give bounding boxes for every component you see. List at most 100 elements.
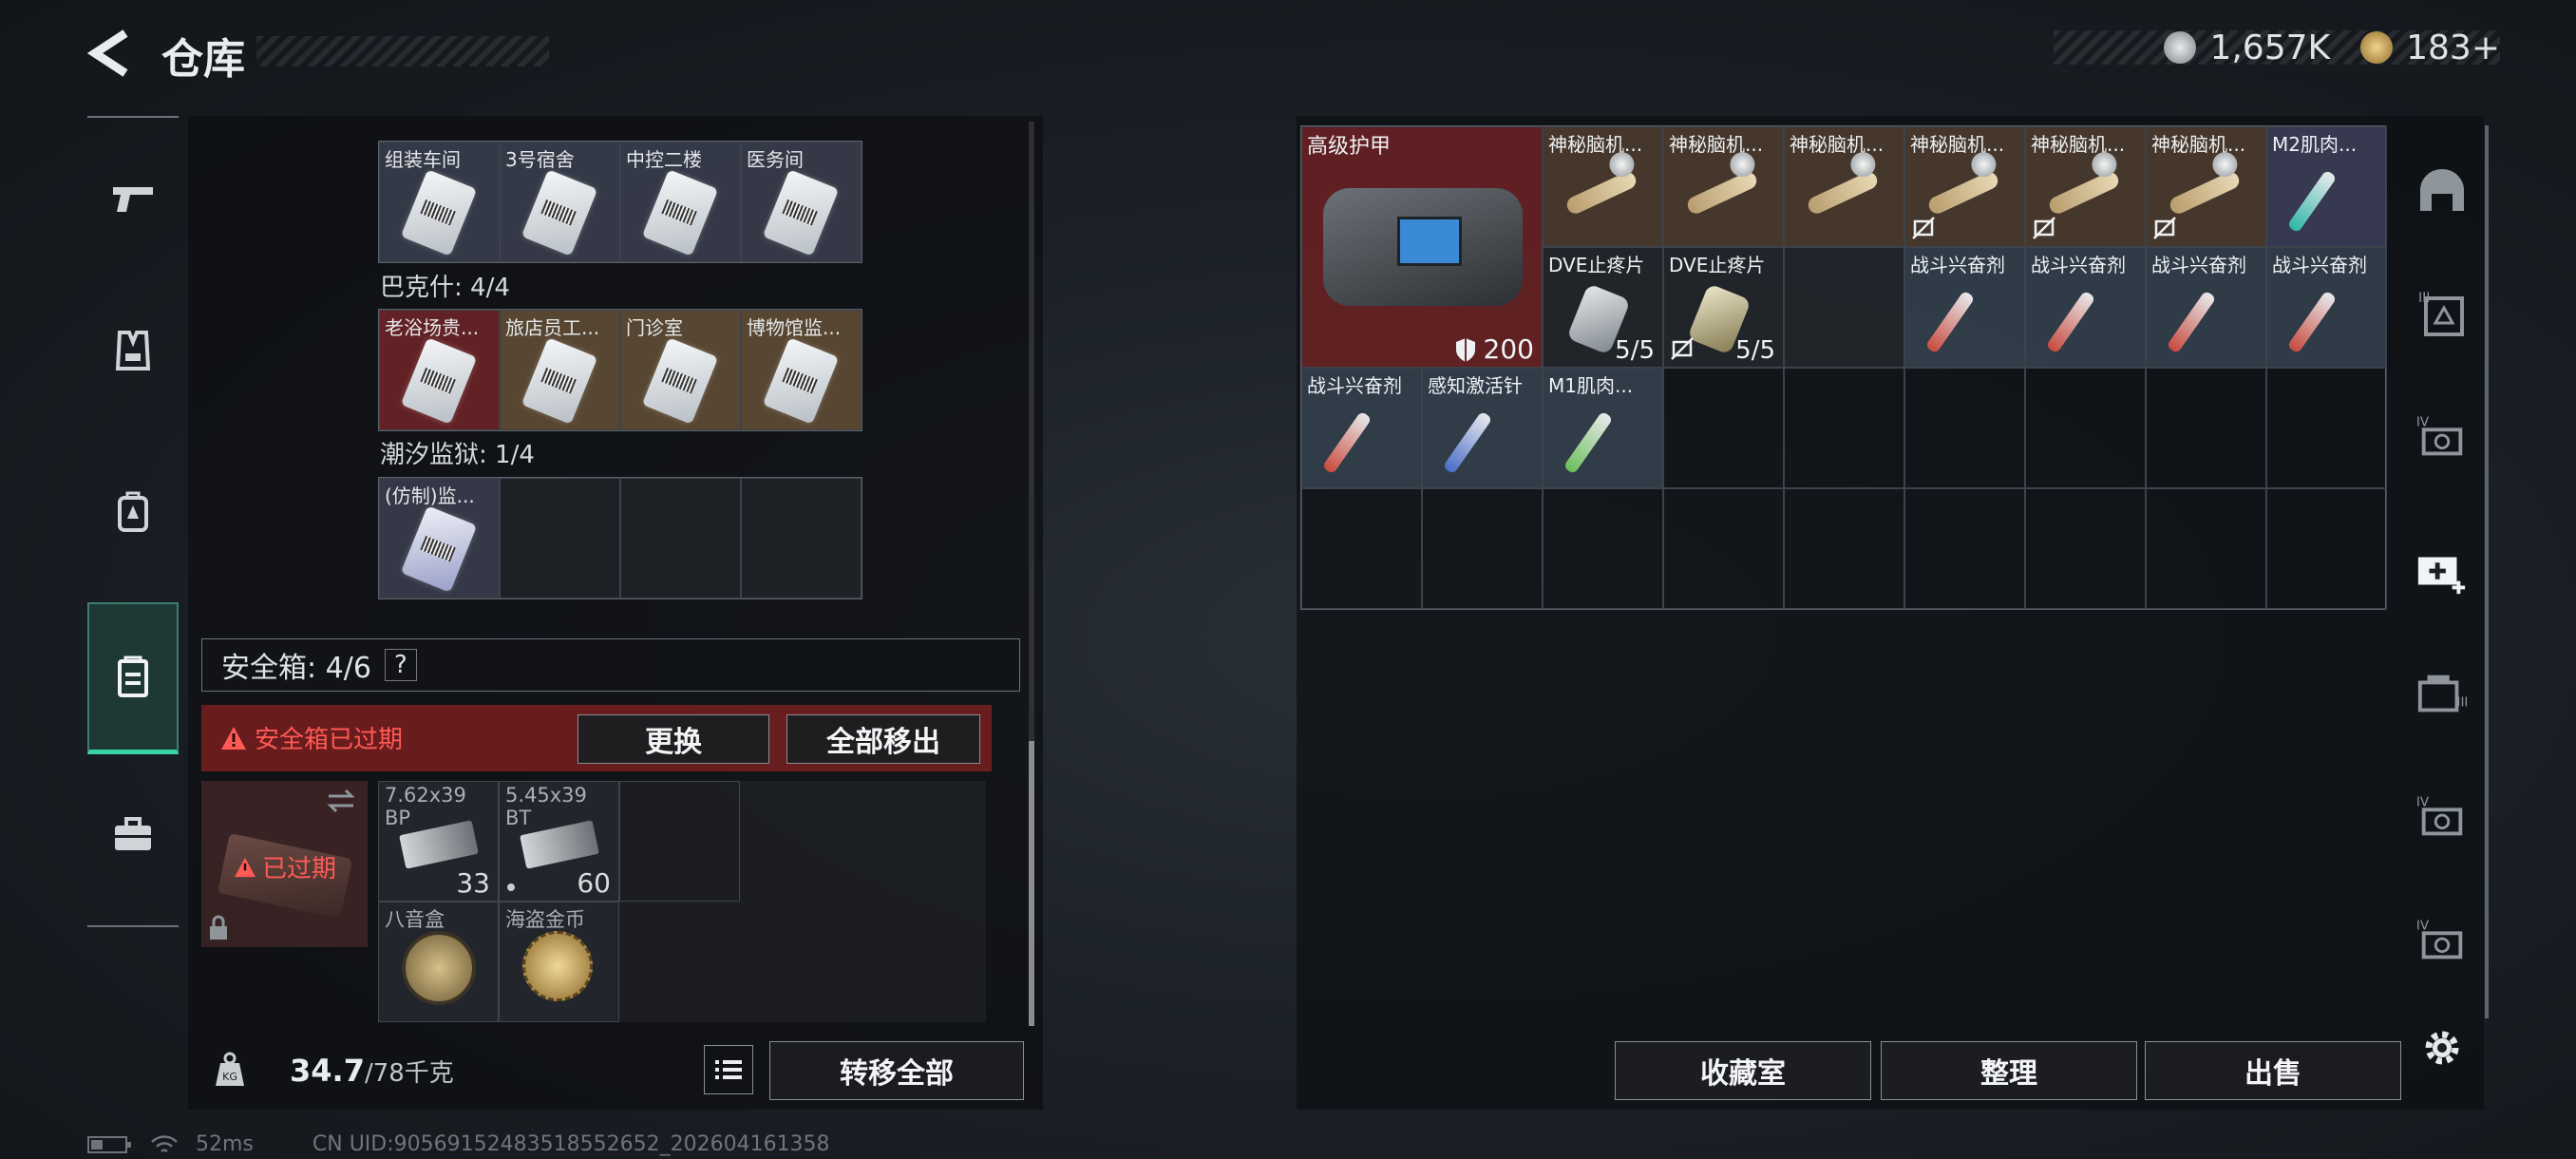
keycard-item[interactable]: 博物馆监... (741, 310, 862, 430)
empty-slot[interactable] (1784, 368, 1904, 488)
currency-bar: 1,657K 183+ (2054, 27, 2500, 68)
sidebar-item-rig-4[interactable]: IV (2415, 410, 2470, 466)
safe-item[interactable]: 海盗金币 (499, 902, 619, 1022)
safe-item[interactable]: 八音盒 (378, 902, 499, 1022)
settings-button[interactable] (2418, 1024, 2466, 1072)
inventory-item[interactable]: DVE止疼片 5/5 (1543, 247, 1663, 368)
briefcase-icon (115, 817, 151, 850)
safe-item[interactable]: 7.62x39 BP 33 (378, 781, 499, 902)
nav-item-armor[interactable] (87, 289, 179, 412)
left-nav (87, 116, 179, 927)
gold-coin-icon (2360, 31, 2394, 64)
armor-item[interactable]: 高级护甲 200 (1301, 126, 1543, 368)
empty-slot[interactable] (2146, 488, 2266, 609)
sidebar-item-case[interactable]: III (2415, 667, 2470, 722)
move-all-out-button[interactable]: 全部移出 (786, 714, 980, 764)
empty-slot[interactable] (1663, 488, 1784, 609)
expired-label: 已过期 (234, 849, 336, 884)
transfer-all-button[interactable]: 转移全部 (769, 1041, 1024, 1100)
keycard-item[interactable]: 中控二楼 (620, 142, 741, 262)
inventory-item[interactable]: 神秘脑机... (1784, 126, 1904, 247)
collection-button[interactable]: 收藏室 (1615, 1041, 1871, 1100)
empty-slot[interactable] (2146, 368, 2266, 488)
inventory-item[interactable]: 战斗兴奋剂 (2025, 247, 2146, 368)
inventory-item[interactable]: 神秘脑机... (1904, 126, 2025, 247)
empty-slot[interactable] (619, 781, 740, 902)
list-view-button[interactable] (704, 1045, 753, 1094)
keycard-item[interactable]: 医务间 (741, 142, 862, 262)
gun-icon (113, 187, 153, 212)
medkit-icon (2417, 557, 2466, 595)
inventory-item[interactable]: 神秘脑机... (2025, 126, 2146, 247)
wifi-icon (151, 1134, 178, 1152)
sidebar-item-medkit[interactable] (2415, 543, 2470, 598)
inventory-item[interactable]: M1肌肉... (1543, 368, 1663, 488)
empty-slot[interactable] (2266, 488, 2387, 609)
keycard-item[interactable]: 旅店员工... (500, 310, 620, 430)
svg-text:KG: KG (222, 1071, 237, 1083)
silver-coin-icon (2164, 31, 2197, 64)
safe-box-slot[interactable]: 已过期 (201, 781, 368, 947)
neural-cable-icon (2046, 169, 2122, 217)
inventory-item[interactable]: 神秘脑机... (1543, 126, 1663, 247)
keycard-icon (521, 337, 598, 425)
no-trade-icon (2153, 217, 2176, 239)
syringe-icon (2286, 290, 2338, 354)
right-sidebar: III IV III IV IV (2399, 125, 2489, 1018)
inventory-item[interactable]: 神秘脑机... (2146, 126, 2266, 247)
nav-item-weapons[interactable] (87, 137, 179, 260)
inventory-item[interactable]: DVE止疼片 5/5 (1663, 247, 1784, 368)
list-icon (715, 1060, 742, 1079)
keycard-item[interactable]: 3号宿舍 (500, 142, 620, 262)
nav-item-backpack[interactable] (87, 450, 179, 574)
inventory-item[interactable]: 感知激活针 (1422, 368, 1543, 488)
nav-item-safe-box[interactable] (87, 602, 179, 754)
sidebar-item-rig-4c[interactable]: IV (2415, 914, 2470, 969)
back-button[interactable] (85, 23, 133, 84)
keycard-item[interactable]: (仿制)监... (379, 478, 500, 598)
page-title: 仓库 (161, 35, 245, 84)
nav-item-toolbox[interactable] (87, 773, 179, 897)
inventory-item[interactable]: M2肌肉... (2266, 126, 2387, 247)
empty-slot[interactable] (620, 478, 741, 598)
keycard-item[interactable]: 门诊室 (620, 310, 741, 430)
replace-button[interactable]: 更换 (578, 714, 769, 764)
inventory-item[interactable]: 战斗兴奋剂 (1904, 247, 2025, 368)
left-scroll-thumb[interactable] (1029, 741, 1034, 1026)
inventory-item[interactable]: 战斗兴奋剂 (1301, 368, 1422, 488)
empty-slot[interactable] (2025, 368, 2146, 488)
keycard-item[interactable]: 老浴场贵... (379, 310, 500, 430)
empty-slot[interactable] (1904, 368, 2025, 488)
empty-slot[interactable] (2266, 368, 2387, 488)
sidebar-item-armor-slot[interactable]: III (2415, 287, 2470, 342)
empty-slot[interactable] (1784, 247, 1904, 368)
help-button[interactable]: ? (384, 649, 417, 681)
empty-slot[interactable] (2025, 488, 2146, 609)
empty-slot[interactable] (1663, 368, 1784, 488)
sell-button[interactable]: 出售 (2145, 1041, 2401, 1100)
lock-icon (210, 915, 227, 940)
keycard-item[interactable]: 组装车间 (379, 142, 500, 262)
currency-secondary[interactable]: 183+ (2406, 28, 2500, 67)
sidebar-item-helmet[interactable] (2415, 163, 2470, 218)
inventory-item[interactable]: 战斗兴奋剂 (2266, 247, 2387, 368)
rig-icon: IV (2416, 918, 2463, 960)
syringe-icon (2045, 290, 2096, 354)
warning-icon (235, 857, 256, 877)
svg-text:IV: IV (2416, 794, 2430, 809)
empty-slot[interactable] (1904, 488, 2025, 609)
empty-slot[interactable] (1301, 488, 1422, 609)
inventory-item[interactable]: 神秘脑机... (1663, 126, 1784, 247)
inventory-item[interactable]: 战斗兴奋剂 (2146, 247, 2266, 368)
sidebar-item-rig-4b[interactable]: IV (2415, 790, 2470, 846)
empty-slot[interactable] (1422, 488, 1543, 609)
syringe-icon (1924, 290, 1976, 354)
empty-slot[interactable] (1784, 488, 1904, 609)
safe-item[interactable]: 5.45x39 BT 60 (499, 781, 619, 902)
empty-slot[interactable] (1543, 488, 1663, 609)
empty-slot[interactable] (500, 478, 620, 598)
neural-cable-icon (2167, 169, 2243, 217)
keycard-grid-1: 组装车间 3号宿舍 中控二楼 医务间 (378, 141, 862, 263)
organize-button[interactable]: 整理 (1881, 1041, 2137, 1100)
empty-slot[interactable] (741, 478, 862, 598)
